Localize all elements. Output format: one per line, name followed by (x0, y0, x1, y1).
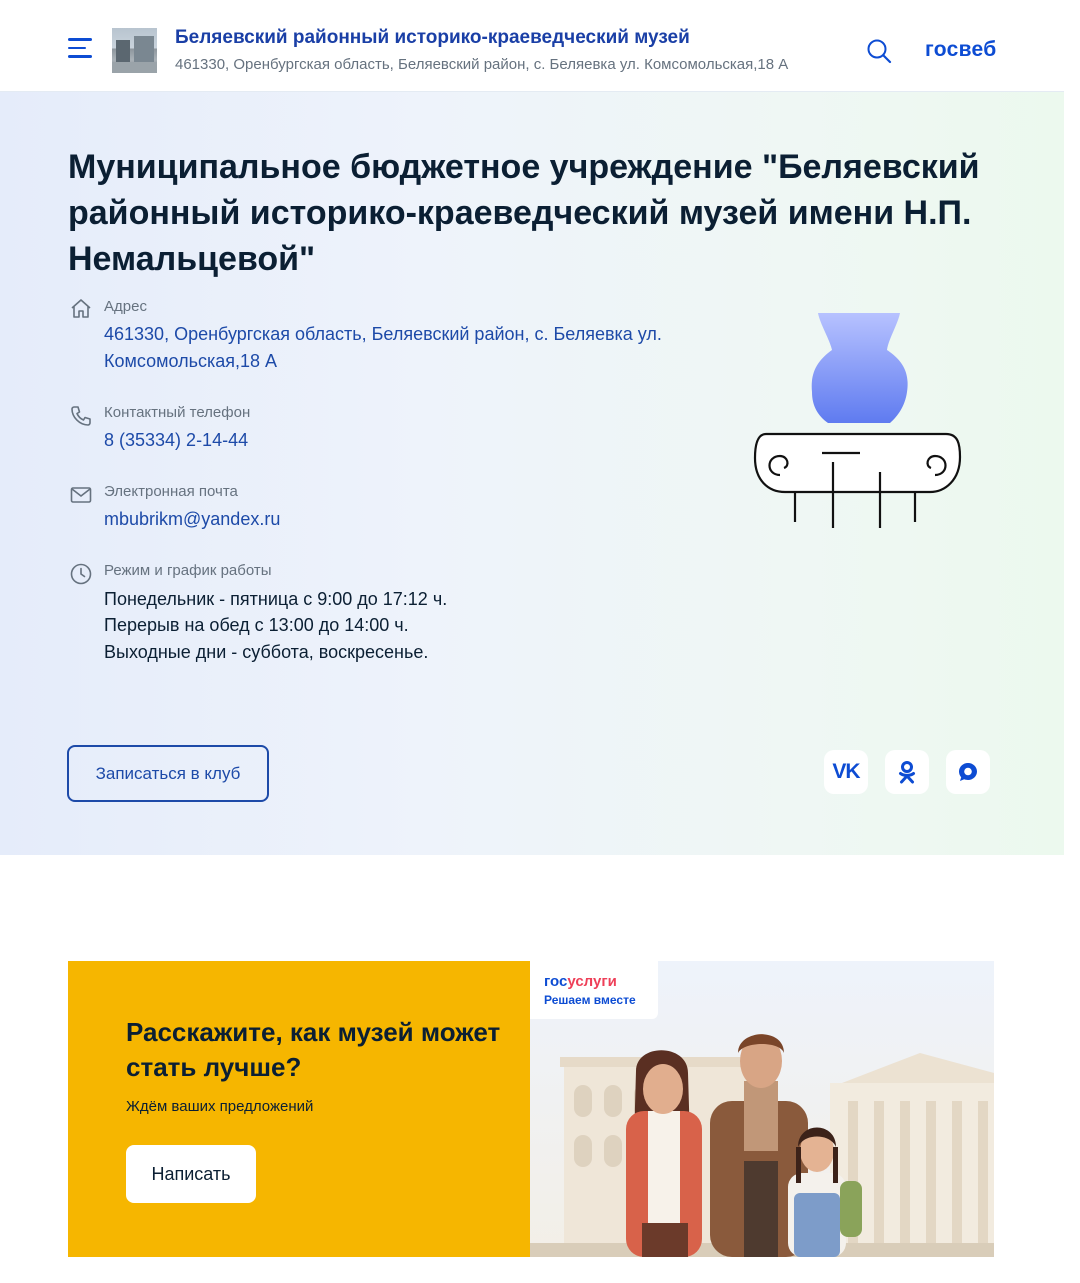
gosuslugi-tagline: Решаем вместе (544, 993, 636, 1007)
hero-section: Муниципальное бюджетное учреждение "Беля… (0, 92, 1064, 855)
site-header: Беляевский районный историко-краеведческ… (0, 16, 1064, 92)
join-club-button[interactable]: Записаться в клуб (67, 745, 269, 802)
search-icon[interactable] (866, 38, 892, 64)
ok-button[interactable] (885, 750, 929, 794)
email-link[interactable]: mbubrikm@yandex.ru (104, 506, 280, 533)
address-line-2[interactable]: Комсомольская,18 А (104, 348, 277, 375)
chat-icon (959, 763, 977, 781)
banner-title: Расскажите, как музей может стать лучше? (126, 1017, 501, 1082)
banner-text-panel: Расскажите, как музей может стать лучше?… (68, 961, 530, 1257)
hours-label: Режим и график работы (104, 562, 272, 579)
gosuslugi-badge: госуслуги Решаем вместе (530, 961, 658, 1019)
write-button[interactable]: Написать (126, 1145, 256, 1203)
gosuslugi-logo: госуслуги (544, 973, 617, 990)
banner-illustration-panel: госуслуги Решаем вместе (530, 961, 994, 1257)
museum-thumbnail[interactable] (112, 28, 157, 73)
phone-icon (71, 406, 91, 426)
mail-icon (70, 487, 92, 503)
museum-address: 461330, Оренбургская область, Беляевский… (175, 56, 789, 73)
vk-icon: VK (832, 760, 860, 783)
banner-subtitle: Ждём ваших предложений (126, 1098, 314, 1115)
address-label: Адрес (104, 298, 147, 315)
address-line-1[interactable]: 461330, Оренбургская область, Беляевский… (104, 321, 662, 348)
page-title: Муниципальное бюджетное учреждение "Беля… (68, 148, 980, 278)
hours-line-2: Перерыв на обед с 13:00 до 14:00 ч. (104, 615, 409, 635)
top-strip (0, 0, 1080, 16)
email-label: Электронная почта (104, 483, 238, 500)
ok-icon (899, 761, 915, 784)
menu-icon[interactable] (68, 38, 94, 58)
museum-title-link[interactable]: Беляевский районный историко-краеведческ… (175, 27, 690, 49)
clock-icon (70, 563, 92, 585)
feedback-banner: Расскажите, как музей может стать лучше?… (68, 961, 994, 1257)
messenger-button[interactable] (946, 750, 990, 794)
vase-column-illustration (753, 313, 962, 528)
vk-button[interactable]: VK (824, 750, 868, 794)
hours-line-1: Понедельник - пятница с 9:00 до 17:12 ч. (104, 589, 448, 609)
phone-label: Контактный телефон (104, 404, 251, 421)
home-icon (71, 299, 91, 318)
hours-line-3: Выходные дни - суббота, воскресенье. (104, 642, 429, 662)
phone-link[interactable]: 8 (35334) 2-14-44 (104, 427, 248, 454)
gosweb-logo[interactable]: госвеб (925, 38, 997, 62)
